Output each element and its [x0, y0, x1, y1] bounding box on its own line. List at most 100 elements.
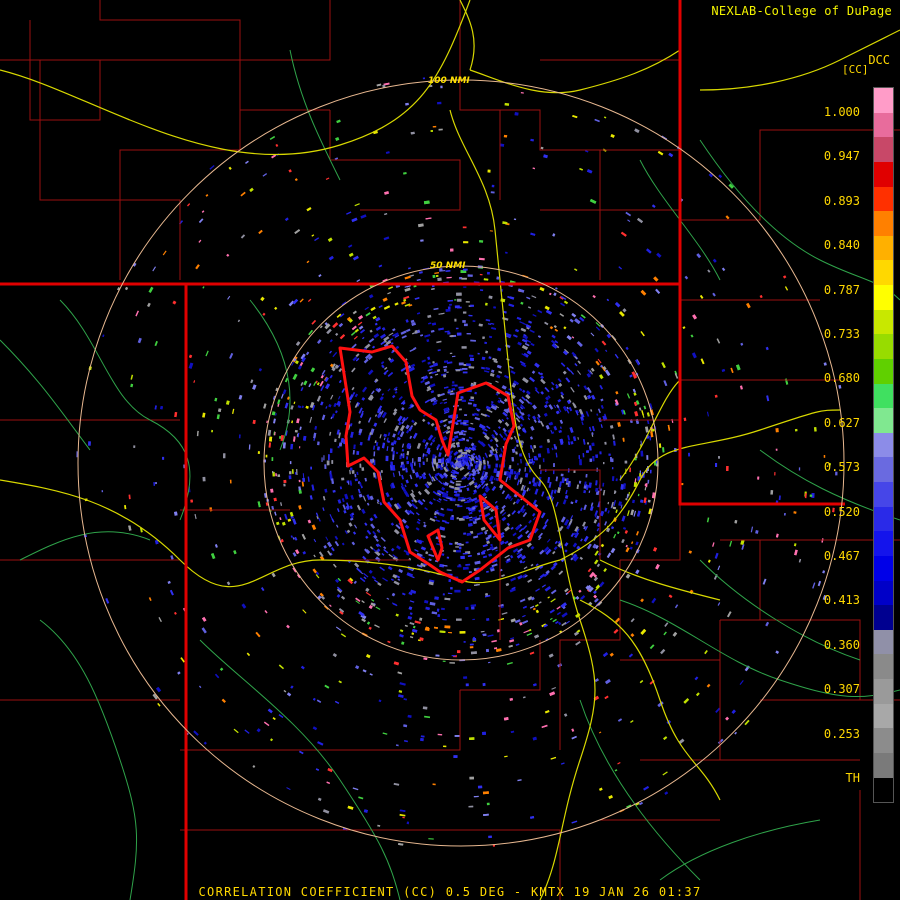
- radar-return-pixel: [458, 432, 463, 436]
- radar-return-pixel: [326, 460, 330, 466]
- radar-return-pixel: [223, 453, 226, 459]
- radar-return-pixel: [462, 320, 466, 323]
- radar-return-pixel: [432, 783, 436, 786]
- radar-return-pixel: [560, 473, 564, 477]
- radar-return-pixel: [361, 467, 365, 471]
- radar-return-pixel: [608, 453, 611, 456]
- color-scale-tick-label: 0.680: [823, 371, 860, 386]
- product-code: DCC: [868, 53, 890, 67]
- color-scale-segment: [874, 482, 893, 507]
- radar-return-pixel: [406, 460, 409, 465]
- radar-return-pixel: [770, 489, 774, 495]
- radar-return-pixel: [509, 465, 512, 469]
- radar-return-pixel: [430, 130, 434, 132]
- radar-return-pixel: [514, 112, 519, 116]
- radar-return-pixel: [472, 638, 477, 641]
- radar-return-pixel: [329, 448, 333, 453]
- radar-return-pixel: [481, 356, 486, 361]
- range-ring-label-50: 50 NMI: [430, 261, 466, 271]
- radar-return-pixel: [793, 511, 797, 514]
- radar-return-pixel: [462, 226, 467, 229]
- color-scale-segment: [874, 457, 893, 482]
- radar-return-pixel: [447, 306, 451, 310]
- radar-return-pixel: [456, 298, 462, 302]
- radar-return-pixel: [688, 452, 691, 457]
- radar-return-pixel: [299, 446, 301, 449]
- radar-return-pixel: [468, 571, 472, 574]
- radar-return-pixel: [485, 350, 488, 354]
- radar-return-pixel: [211, 429, 213, 433]
- radar-return-pixel: [757, 476, 760, 480]
- radar-return-pixel: [161, 456, 165, 460]
- radar-return-pixel: [450, 516, 455, 521]
- radar-return-pixel: [478, 323, 483, 327]
- radar-return-pixel: [455, 369, 461, 372]
- color-scale-segment: [874, 531, 893, 556]
- radar-return-pixel: [454, 735, 460, 737]
- radar-return-pixel: [463, 676, 468, 679]
- radar-return-pixel: [775, 428, 779, 433]
- radar-return-pixel: [478, 464, 482, 471]
- radar-return-pixel: [454, 318, 457, 322]
- radar-return-pixel: [450, 248, 454, 252]
- radar-return-pixel: [153, 482, 155, 486]
- radar-map: 100 NMI 50 NMI: [0, 0, 900, 900]
- radar-return-pixel: [443, 368, 447, 372]
- radar-return-pixel: [289, 461, 292, 465]
- radar-return-pixel: [794, 428, 798, 432]
- radar-return-pixel: [455, 483, 461, 486]
- radar-return-pixel: [487, 169, 491, 173]
- radar-return-pixel: [412, 458, 414, 464]
- color-scale-segment: [874, 383, 893, 409]
- radar-return-pixel: [446, 556, 450, 559]
- radar-return-pixel: [457, 565, 462, 568]
- radar-return-pixel: [441, 607, 445, 611]
- radar-return-pixel: [485, 648, 489, 653]
- radar-return-pixel: [457, 419, 462, 422]
- radar-return-pixel: [380, 470, 383, 473]
- radar-return-pixel: [639, 470, 641, 474]
- radar-return-pixel: [133, 445, 136, 448]
- radar-return-pixel: [455, 480, 462, 483]
- radar-return-pixel: [465, 606, 469, 610]
- radar-return-pixel: [470, 304, 474, 307]
- radar-return-pixel: [456, 332, 462, 336]
- radar-return-pixel: [651, 428, 655, 432]
- radar-return-pixel: [459, 546, 462, 550]
- radar-return-pixel: [499, 464, 501, 468]
- color-scale-tick-label: 0.787: [823, 282, 860, 297]
- radar-return-pixel: [470, 382, 474, 385]
- radar-return-pixel: [486, 802, 490, 806]
- radar-return-pixel: [271, 457, 274, 462]
- radar-return-pixel: [324, 464, 327, 470]
- radar-return-pixel: [462, 566, 469, 570]
- radar-return-pixel: [466, 363, 471, 366]
- radar-return-pixel: [488, 295, 493, 299]
- radar-return-pixel: [474, 391, 477, 395]
- radar-return-pixel: [437, 277, 442, 281]
- radar-return-pixel: [529, 459, 533, 463]
- color-scale-tick-label: 0.627: [823, 415, 860, 430]
- radar-return-pixel: [331, 460, 334, 464]
- radar-return-pixel: [469, 357, 475, 361]
- radar-return-pixel: [400, 465, 402, 468]
- radar-return-pixel: [465, 683, 469, 687]
- radar-return-pixel: [462, 371, 468, 374]
- radar-return-pixel: [445, 308, 451, 312]
- radar-return-pixel: [455, 504, 460, 506]
- radar-return-pixel: [463, 641, 466, 643]
- radar-return-pixel: [341, 477, 345, 481]
- radar-return-pixel: [624, 460, 628, 464]
- radar-return-pixel: [463, 323, 468, 327]
- color-scale-segment: [874, 358, 893, 384]
- radar-return-pixel: [486, 618, 490, 622]
- radar-return-pixel: [283, 479, 287, 483]
- radar-return-pixel: [459, 408, 462, 411]
- radar-return-pixel: [519, 453, 522, 457]
- radar-return-pixel: [466, 589, 471, 591]
- radar-return-pixel: [290, 443, 294, 450]
- radar-return-pixel: [640, 499, 644, 503]
- radar-return-pixel: [291, 469, 294, 474]
- color-scale-tick-label: 0.947: [823, 149, 860, 164]
- radar-return-pixel: [585, 473, 588, 478]
